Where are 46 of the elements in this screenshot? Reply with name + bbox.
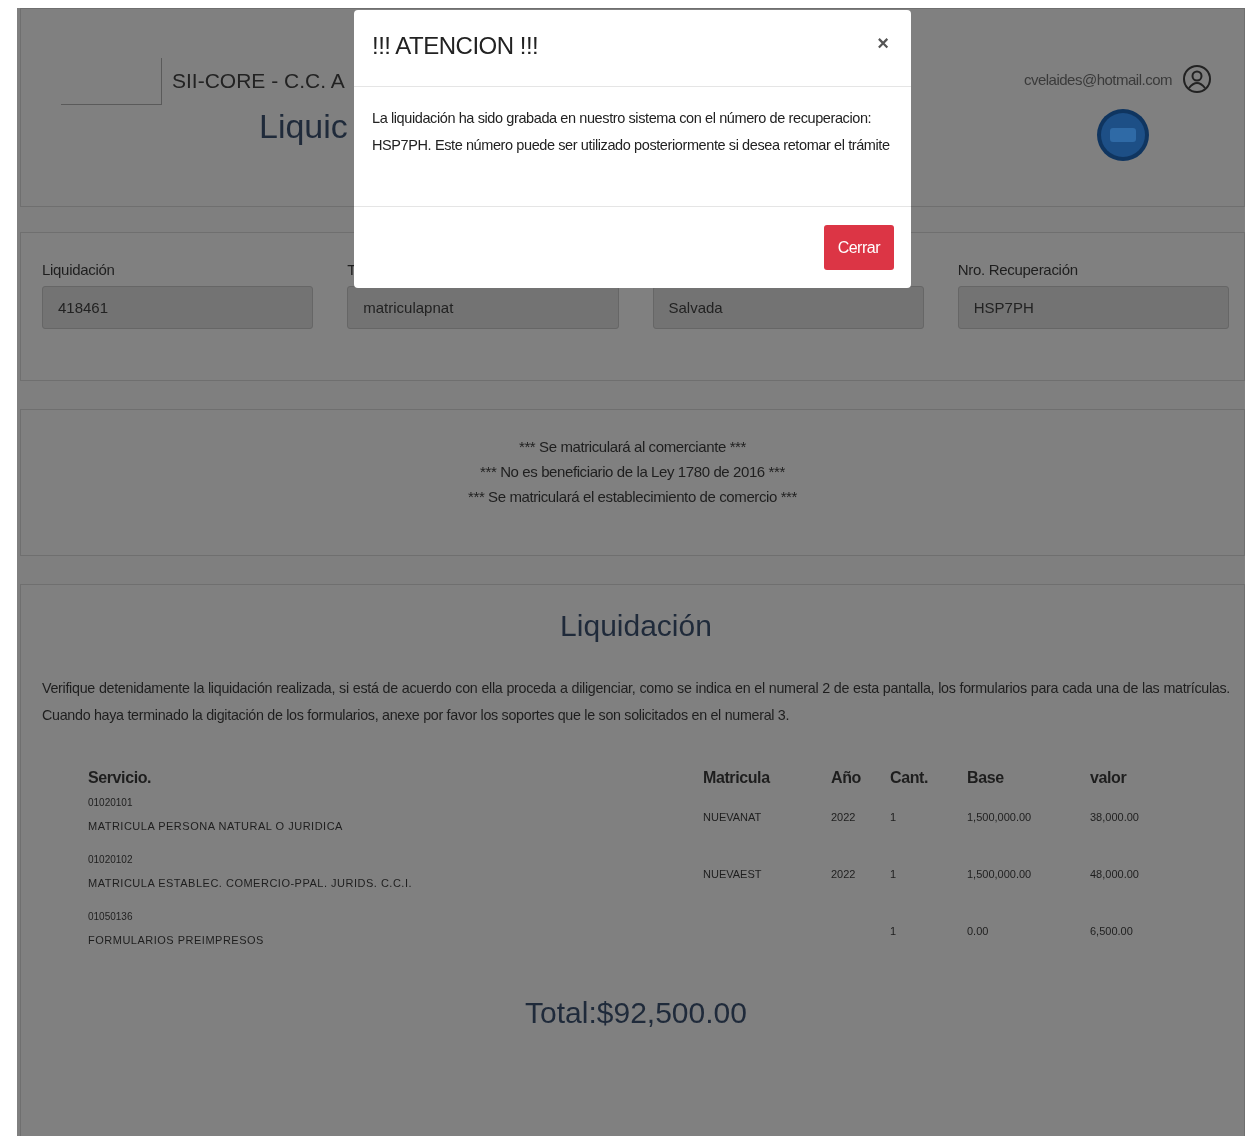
input-field[interactable]: HSP7PH xyxy=(957,286,1229,329)
table-cell: NUEVAEST xyxy=(703,868,762,880)
column-header: Cant. xyxy=(890,769,929,788)
input-field[interactable]: Salvada xyxy=(652,286,924,329)
table-cell: 1,500,000.00 xyxy=(967,868,1032,880)
table-cell: 2022 xyxy=(831,811,856,823)
table-cell: 1,500,000.00 xyxy=(967,811,1032,823)
service-code: 01020102 xyxy=(88,854,134,865)
service-name: FORMULARIOS PREIMPRESOS xyxy=(88,934,265,946)
field-label: Nro. Recuperación xyxy=(957,261,1079,280)
table-cell: 6,500.00 xyxy=(1090,925,1133,937)
user-email[interactable]: cvelaides@hotmail.com xyxy=(1023,70,1172,88)
input-field[interactable]: 418461 xyxy=(42,286,314,329)
field-label: Liquidación xyxy=(42,261,116,280)
table-cell: 1 xyxy=(890,925,897,937)
table-cell: 38,000.00 xyxy=(1090,811,1139,823)
user-icon[interactable] xyxy=(1182,64,1212,94)
service-code: 01020101 xyxy=(88,797,134,808)
close-dialog-button[interactable]: Cerrar xyxy=(823,225,894,270)
dialog-title: !!! ATENCION !!! xyxy=(372,32,539,60)
table-cell: NUEVANAT xyxy=(703,811,762,823)
app-title: SII-CORE - C.C. A xyxy=(172,69,346,93)
seal-logo-icon[interactable] xyxy=(1095,108,1150,162)
instructions-text: Verifique detenidamente la liquidación realizada, si está de acuerdo con ella proceda a diligenciar, como se indica en el numeral 2 de esta pantalla, los formularios para cada una de las matrículas. Cuando haya terminado la digitación de los formularios, anexe por favor los soportes que le son solicitados en el numeral 3. xyxy=(42,679,1230,725)
notice-text: *** Se matriculará al comerciante *** xyxy=(519,438,746,455)
table-cell: 0.00 xyxy=(967,925,989,937)
column-header: Base xyxy=(967,769,1090,797)
section-title: Liquidación xyxy=(559,609,713,643)
service-name: MATRICULA PERSONA NATURAL O JURIDICA xyxy=(88,820,344,832)
column-header: Año xyxy=(831,769,890,797)
dialog-message: La liquidación ha sido grabada en nuestro sistema con el número de recuperacion: HSP7PH. Este número puede ser utilizado posteriormente si desea retomar el trámite xyxy=(372,109,891,155)
table-cell: 1 xyxy=(890,868,897,880)
table-cell: 48,000.00 xyxy=(1090,868,1139,880)
table-cell: 2022 xyxy=(831,868,856,880)
notice-text: *** No es beneficiario de la Ley 1780 de 2016 *** xyxy=(480,463,785,480)
service-code: 01050136 xyxy=(88,911,134,922)
table-cell: 1 xyxy=(890,811,897,823)
notice-text: *** Se matriculará el establecimiento de comercio *** xyxy=(468,488,797,505)
service-name: MATRICULA ESTABLEC. COMERCIO-PPAL. JURIDS. C.C.I. xyxy=(88,877,413,889)
input-field[interactable]: matriculapnat xyxy=(347,286,619,329)
total-amount: Total:$92,500.00 xyxy=(524,996,748,1030)
close-button[interactable]: × xyxy=(873,32,893,55)
page-title: Liquic xyxy=(259,107,349,146)
column-header: Matricula xyxy=(703,769,831,797)
column-header: Servicio. xyxy=(88,769,153,788)
column-header: valor xyxy=(1090,769,1128,788)
